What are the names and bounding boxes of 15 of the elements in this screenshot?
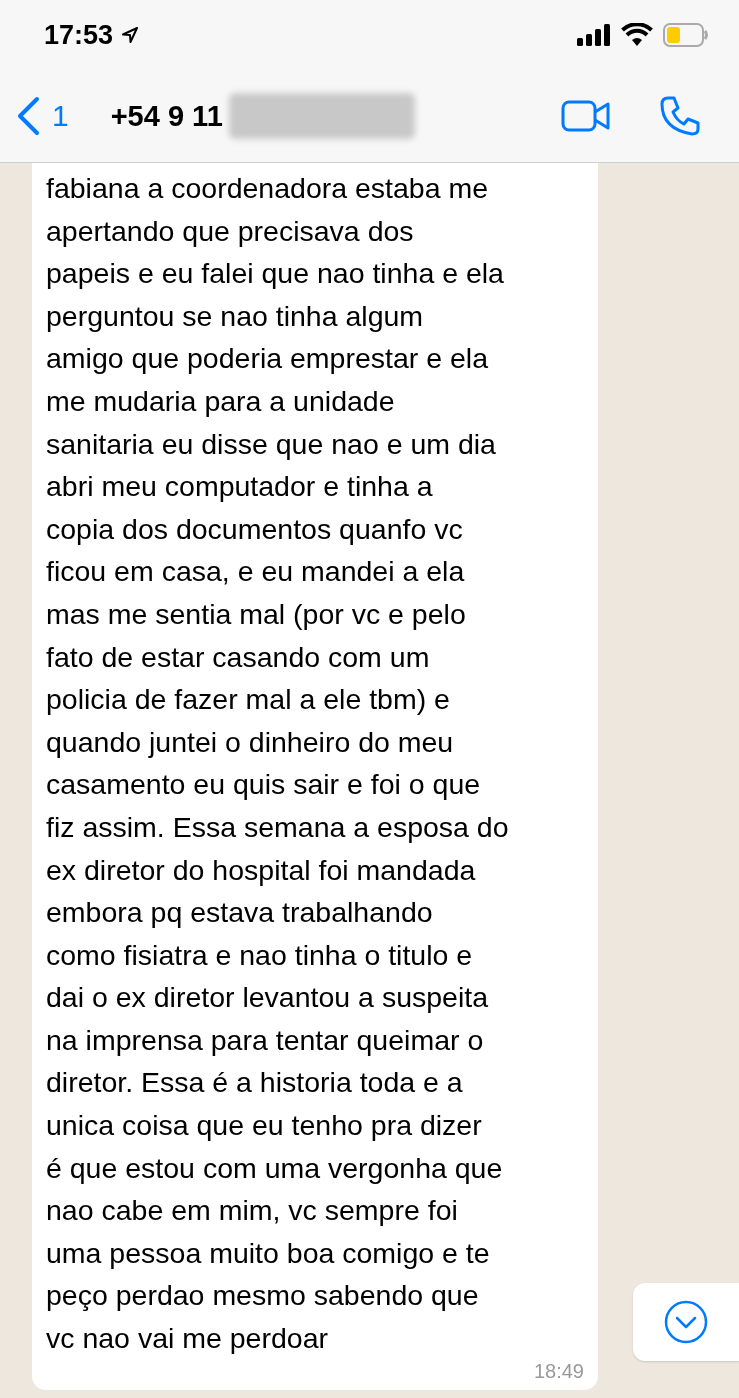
back-button[interactable]: 1 (16, 96, 69, 136)
unread-count: 1 (52, 99, 69, 133)
location-arrow-icon (121, 26, 140, 44)
chevron-down-circle-icon (663, 1299, 709, 1345)
scroll-down-button[interactable] (633, 1283, 739, 1361)
battery-icon (663, 23, 709, 47)
wifi-icon (621, 23, 653, 47)
message-time: 18:49 (533, 1359, 584, 1382)
message-text: fabiana a coordenadora estaba me apertando que precisava dos papeis e eu falei que nao tinha e ela perguntou se nao tinha algum amigo que poderia emprestar e ela me mudaria para a unidade sanitaria eu disse que nao e um dia abri meu computador e tinha a copia dos documentos quanfo vc ficou em casa, e eu mandei a ela mas me sentia mal (por vc e pelo fato de estar casando com um policia de fazer mal a ele tbm) e quando juntei o dinheiro do meu casamento eu quis sair e foi o que fiz assim. Essa semana a esposa do ex diretor do hospital foi mandada embora pq estava trabalhando como fisiatra e nao tinha o titulo e dai o ex diretor levantou a suspeita na imprensa para tentar queimar o diretor. Essa é a historia toda e a unica coisa que eu tenho pra dizer é que estou com uma vergonha que nao cabe em mim, vc sempre foi uma pessoa muito boa comigo e te peço perdao mesmo sabendo que vc nao vai me perdoar (46, 171, 510, 1357)
back-chevron-icon (16, 96, 40, 136)
status-time: 17:53 (44, 19, 114, 51)
phone-call-icon[interactable] (659, 95, 701, 137)
video-call-icon[interactable] (561, 99, 611, 133)
contact-number[interactable]: +54 9 11 (110, 99, 223, 133)
signal-icon (577, 24, 611, 46)
